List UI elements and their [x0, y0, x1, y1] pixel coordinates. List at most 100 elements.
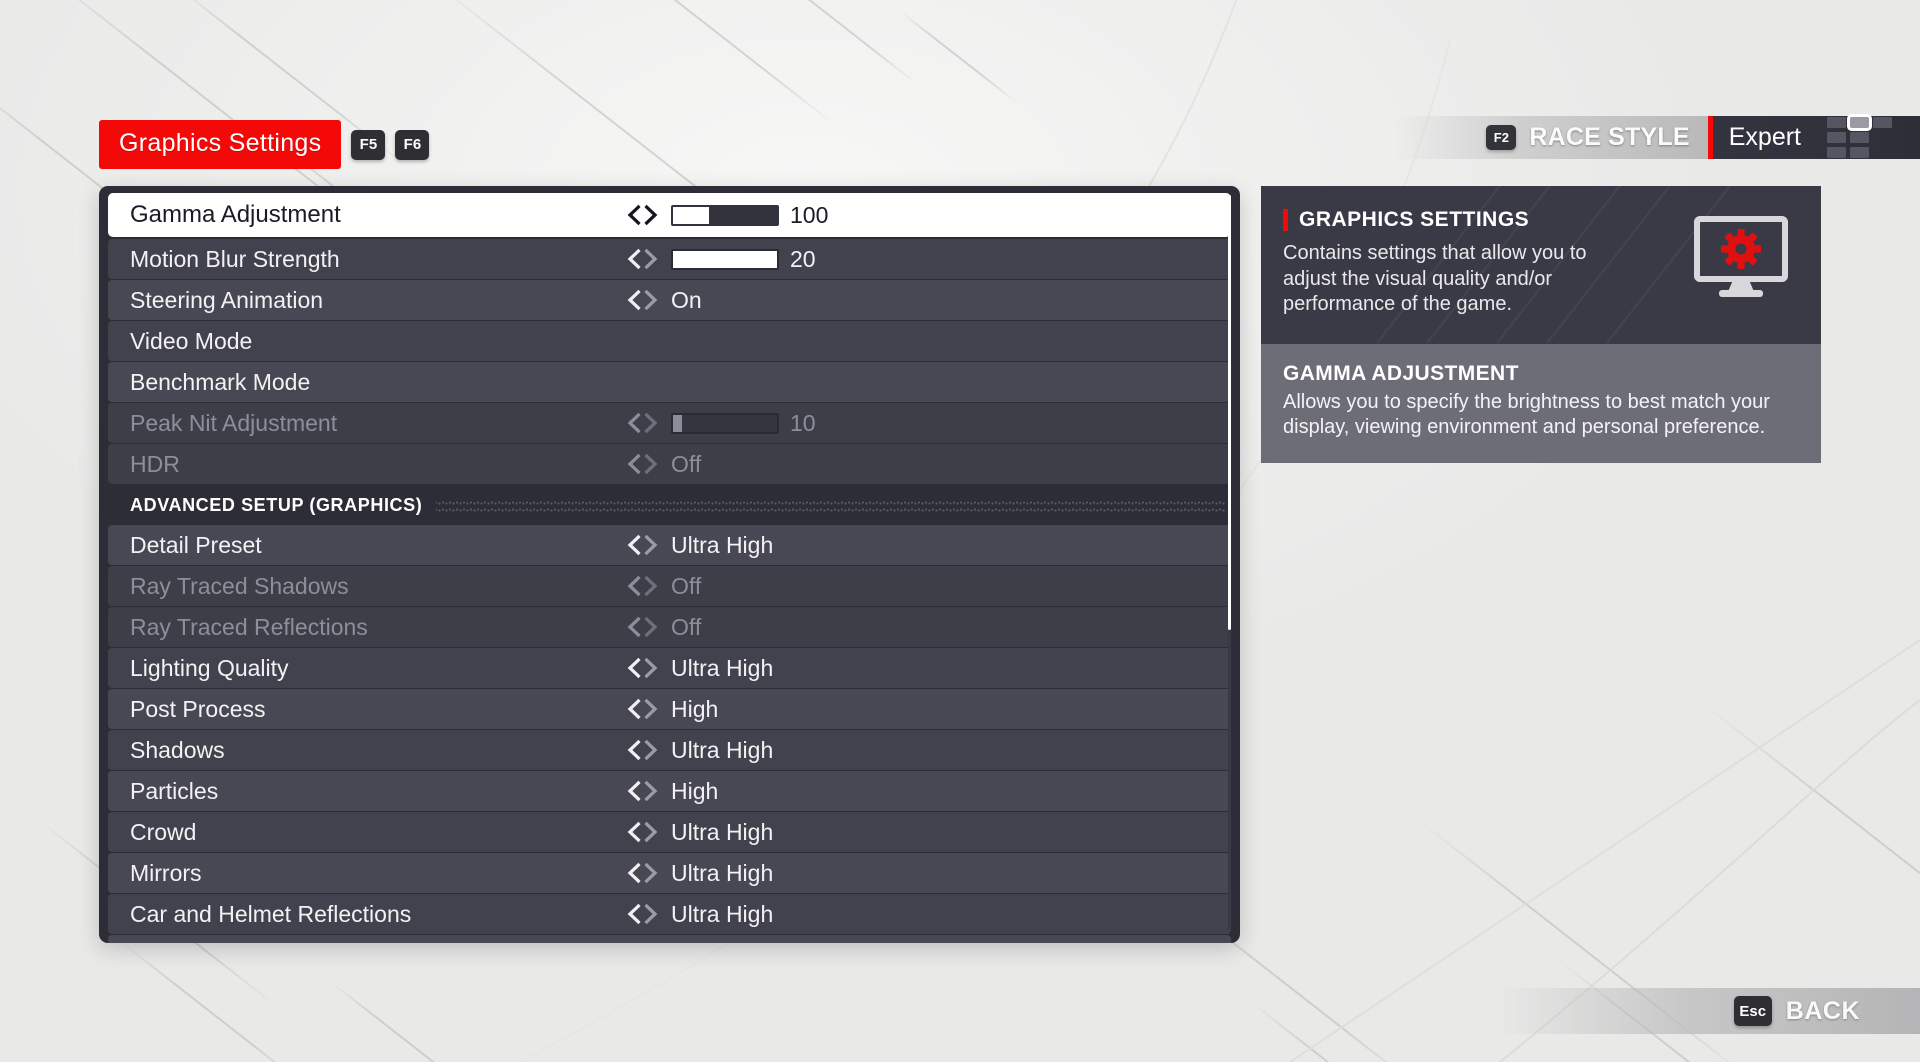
settings-row-control[interactable]: Off [626, 566, 701, 606]
settings-row-value: Ultra High [671, 818, 774, 845]
chevron-right-icon[interactable] [644, 698, 659, 720]
chevron-right-icon[interactable] [644, 862, 659, 884]
info-accent-bar [1283, 209, 1288, 231]
chevron-right-icon[interactable] [644, 780, 659, 802]
settings-scrollbar-thumb[interactable] [1228, 195, 1231, 630]
chevron-left-icon[interactable] [626, 412, 641, 434]
settings-row-label: Steering Animation [130, 286, 324, 313]
settings-row: HDR Off [108, 444, 1231, 484]
chevron-right-icon[interactable] [644, 739, 659, 761]
settings-row[interactable]: Motion Blur Strength 20 [108, 239, 1231, 279]
settings-row-control[interactable]: On [626, 280, 702, 320]
value-arrows [626, 289, 659, 311]
value-arrows [626, 412, 659, 434]
chevron-left-icon[interactable] [626, 289, 641, 311]
settings-row-control[interactable]: Off [626, 607, 701, 647]
race-style-bar[interactable]: F2 RACE STYLE Expert [1396, 116, 1920, 159]
chevron-left-icon[interactable] [626, 575, 641, 597]
settings-row-control[interactable]: Ultra High [626, 812, 773, 852]
info-panel-header: GRAPHICS SETTINGS Contains settings that… [1261, 186, 1821, 344]
chevron-left-icon[interactable] [626, 780, 641, 802]
chevron-left-icon[interactable] [626, 903, 641, 925]
settings-row-label: Detail Preset [130, 531, 262, 558]
settings-row[interactable]: Lighting Quality Ultra High [108, 648, 1231, 688]
chevron-right-icon[interactable] [644, 821, 659, 843]
settings-row-control[interactable]: Ultra High [626, 648, 773, 688]
settings-row[interactable]: Crowd Ultra High [108, 812, 1231, 852]
value-arrows [626, 821, 659, 843]
settings-slider[interactable] [671, 412, 779, 434]
chevron-right-icon[interactable] [644, 534, 659, 556]
settings-row[interactable]: Steering Animation On [108, 280, 1231, 320]
settings-row-control[interactable]: 20 [626, 239, 816, 279]
settings-row-value: High [671, 777, 719, 804]
chevron-right-icon[interactable] [644, 412, 659, 434]
keycap-f5[interactable]: F5 [351, 129, 386, 160]
info-panel-detail: GAMMA ADJUSTMENT Allows you to specify t… [1261, 343, 1821, 463]
settings-row[interactable]: Particles High [108, 771, 1231, 811]
settings-row[interactable]: Benchmark Mode [108, 362, 1231, 402]
chevron-left-icon[interactable] [626, 739, 641, 761]
settings-row: Peak Nit Adjustment 10 [108, 403, 1231, 443]
keycap-f2[interactable]: F2 [1486, 125, 1517, 150]
settings-row-label: Lighting Quality [130, 654, 289, 681]
settings-row[interactable] [108, 935, 1231, 943]
chevron-left-icon[interactable] [626, 657, 641, 679]
settings-row[interactable]: Video Mode [108, 321, 1231, 361]
settings-scrollbar[interactable] [1228, 195, 1231, 930]
settings-row[interactable]: Post Process High [108, 689, 1231, 729]
chevron-left-icon[interactable] [626, 862, 641, 884]
settings-row-control[interactable]: 10 [626, 403, 816, 443]
settings-row[interactable]: Mirrors Ultra High [108, 853, 1231, 893]
settings-row-control[interactable]: Ultra High [626, 525, 773, 565]
settings-slider-fill [673, 250, 777, 268]
chevron-right-icon[interactable] [644, 575, 659, 597]
info-panel-header-text: GRAPHICS SETTINGS Contains settings that… [1283, 208, 1693, 318]
settings-row-control[interactable]: Ultra High [626, 894, 773, 934]
settings-slider-fill [673, 206, 710, 224]
settings-row-control[interactable]: High [626, 771, 718, 811]
settings-slider-value: 10 [790, 409, 816, 436]
settings-slider[interactable] [671, 204, 779, 226]
chevron-right-icon[interactable] [644, 248, 659, 270]
settings-row-label: Ray Traced Shadows [130, 572, 349, 599]
grid-cell [1873, 117, 1892, 128]
chevron-right-icon[interactable] [644, 289, 659, 311]
settings-row-control[interactable]: Off [626, 444, 701, 484]
chevron-left-icon[interactable] [626, 821, 641, 843]
settings-row-control[interactable]: 100 [626, 193, 828, 237]
chevron-left-icon[interactable] [626, 534, 641, 556]
settings-row-value: Ultra High [671, 736, 774, 763]
value-arrows [626, 453, 659, 475]
grid-cell [1827, 132, 1846, 143]
chevron-left-icon[interactable] [626, 453, 641, 475]
back-button-label[interactable]: BACK [1786, 997, 1860, 1026]
keycap-esc[interactable]: Esc [1733, 996, 1772, 1026]
settings-row[interactable]: Car and Helmet Reflections Ultra High [108, 894, 1231, 934]
chevron-right-icon[interactable] [644, 204, 659, 226]
chevron-right-icon[interactable] [644, 453, 659, 475]
chevron-left-icon[interactable] [626, 204, 641, 226]
settings-row[interactable]: Shadows Ultra High [108, 730, 1231, 770]
settings-slider[interactable] [671, 248, 779, 270]
value-arrows [626, 657, 659, 679]
graphics-settings-panel[interactable]: Gamma Adjustment 100 Motion Blur Strength 2… [99, 186, 1240, 943]
settings-slider-value: 100 [790, 201, 829, 228]
settings-slider-value: 20 [790, 245, 816, 272]
chevron-right-icon[interactable] [644, 903, 659, 925]
settings-row-control[interactable]: Ultra High [626, 853, 773, 893]
chevron-right-icon[interactable] [644, 657, 659, 679]
settings-row[interactable]: Detail Preset Ultra High [108, 525, 1231, 565]
chevron-left-icon[interactable] [626, 698, 641, 720]
settings-row: Ray Traced Reflections Off [108, 607, 1231, 647]
settings-row-control[interactable]: Ultra High [626, 730, 773, 770]
settings-row-value: Off [671, 613, 702, 640]
keycap-f6[interactable]: F6 [395, 129, 430, 160]
settings-row-label: Peak Nit Adjustment [130, 409, 338, 436]
info-detail-description: Allows you to specify the brightness to … [1283, 390, 1770, 439]
settings-row[interactable]: Gamma Adjustment 100 [108, 193, 1231, 237]
chevron-right-icon[interactable] [644, 616, 659, 638]
chevron-left-icon[interactable] [626, 248, 641, 270]
chevron-left-icon[interactable] [626, 616, 641, 638]
settings-row-control[interactable]: High [626, 689, 718, 729]
